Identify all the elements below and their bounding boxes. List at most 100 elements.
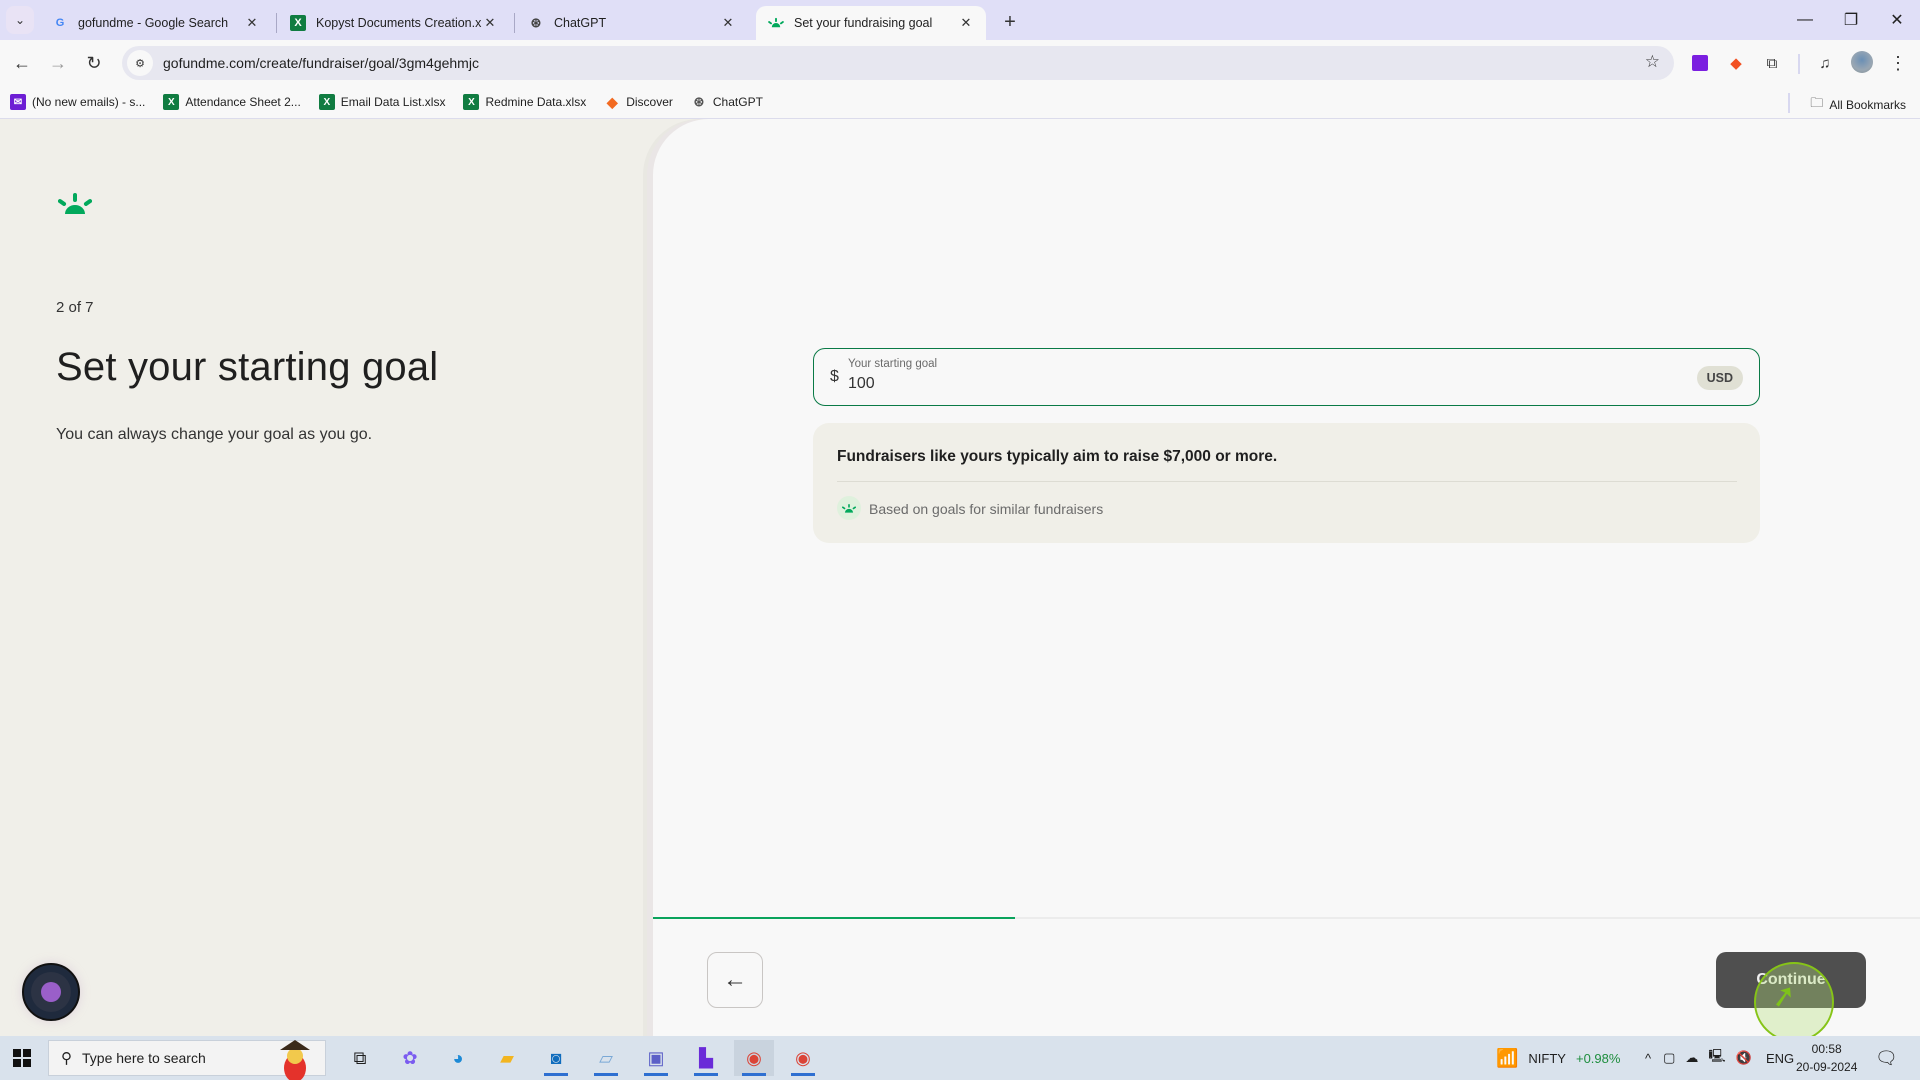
goal-amount-input[interactable] xyxy=(848,375,1648,393)
excel-icon: X xyxy=(463,94,480,110)
stock-trend-icon: 📶 xyxy=(1496,1047,1519,1068)
network-icon[interactable]: 🖳 xyxy=(1708,1047,1725,1069)
bookmark-redmine-data[interactable]: X Redmine Data.xlsx xyxy=(463,94,586,110)
plus-icon: + xyxy=(1004,10,1016,33)
chrome-profile-icon[interactable]: ◉ xyxy=(783,1040,823,1076)
tab-chatgpt[interactable]: ⊛ ChatGPT ✕ xyxy=(516,6,748,40)
reload-button[interactable]: ↻ xyxy=(78,47,110,79)
back-button[interactable]: ← xyxy=(707,952,763,1008)
extension-fox-icon[interactable]: ◆ xyxy=(1723,50,1749,76)
new-tab-button[interactable]: + xyxy=(996,8,1024,36)
chevron-down-icon: ⌄ xyxy=(14,13,26,27)
minimize-button[interactable]: — xyxy=(1782,0,1828,40)
excel-icon: X xyxy=(290,15,306,31)
teams-icon[interactable]: ▣ xyxy=(636,1040,676,1076)
profile-avatar[interactable] xyxy=(1851,51,1873,73)
language-indicator[interactable]: ENG xyxy=(1766,1051,1794,1066)
discover-icon: ◆ xyxy=(606,93,618,110)
copilot-icon[interactable]: ✿ xyxy=(390,1040,430,1076)
toolbar-separator xyxy=(1798,54,1800,74)
bookmark-star-icon[interactable]: ☆ xyxy=(1645,52,1660,72)
extension-purple-icon[interactable] xyxy=(1687,50,1713,76)
close-tab-icon[interactable]: ✕ xyxy=(482,15,498,31)
assistant-widget-button[interactable] xyxy=(22,963,80,1021)
system-tray: ^ ▢ ☁ 🖳 🔇 ENG xyxy=(1645,1036,1794,1080)
bookmark-emails[interactable]: ✉ (No new emails) - s... xyxy=(10,94,145,110)
restore-icon: ❐ xyxy=(1843,12,1859,29)
close-window-button[interactable]: ✕ xyxy=(1874,0,1920,40)
stock-widget[interactable]: 📶 NIFTY +0.98% xyxy=(1496,1036,1620,1080)
restore-button[interactable]: ❐ xyxy=(1828,0,1874,40)
bookmarks-bar: ✉ (No new emails) - s... X Attendance Sh… xyxy=(0,86,1920,119)
bookmark-chatgpt[interactable]: ⊛ ChatGPT xyxy=(691,94,762,110)
all-bookmarks-button[interactable]: 🗀 All Bookmarks xyxy=(1810,94,1906,116)
gofundme-logo[interactable] xyxy=(57,193,93,215)
continue-button[interactable]: Continue xyxy=(1716,952,1866,1008)
outlook-icon[interactable]: ◙ xyxy=(536,1040,576,1076)
search-highlight-parrot-icon[interactable] xyxy=(272,1036,318,1080)
taskbar-clock[interactable]: 00:58 20-09-2024 xyxy=(1796,1040,1857,1076)
purple-app-icon[interactable]: ▙ xyxy=(686,1040,726,1076)
edge-icon[interactable]: ◕ xyxy=(438,1040,478,1076)
arrow-left-icon: ← xyxy=(723,966,747,993)
browser-toolbar: ← → ↻ ⚙ gofundme.com/create/fundraiser/g… xyxy=(0,40,1920,86)
close-icon: ✕ xyxy=(1890,12,1904,29)
tab-separator xyxy=(514,13,515,33)
notepad-icon[interactable]: ▱ xyxy=(586,1040,626,1076)
assistant-ring xyxy=(31,972,71,1012)
currency-badge[interactable]: USD xyxy=(1696,366,1743,390)
close-tab-icon[interactable]: ✕ xyxy=(244,15,260,31)
step-indicator: 2 of 7 xyxy=(56,299,94,316)
close-tab-icon[interactable]: ✕ xyxy=(720,15,736,31)
gofundme-logo-icon xyxy=(57,193,93,214)
step-progress-bar xyxy=(653,917,1920,919)
tab-separator xyxy=(276,13,277,33)
excel-icon: X xyxy=(318,94,335,110)
bookmark-discover[interactable]: ◆ Discover xyxy=(604,94,673,110)
windows-icon xyxy=(13,1049,31,1067)
tab-set-fundraising-goal[interactable]: Set your fundraising goal ✕ xyxy=(756,6,986,40)
bookmarks-separator xyxy=(1788,93,1790,113)
chatgpt-icon: ⊛ xyxy=(693,94,705,109)
left-panel: 2 of 7 Set your starting goal You can al… xyxy=(0,119,660,1036)
file-explorer-icon[interactable]: ▰ xyxy=(487,1040,527,1076)
url-text[interactable]: gofundme.com/create/fundraiser/goal/3gm4… xyxy=(163,55,479,71)
tab-search-button[interactable]: ⌄ xyxy=(6,6,34,34)
chrome-active-icon[interactable]: ◉ xyxy=(734,1040,774,1076)
hint-divider xyxy=(837,481,1737,482)
start-button[interactable] xyxy=(8,1044,36,1072)
back-nav-button[interactable]: ← xyxy=(6,47,38,79)
folder-icon: 🗀 xyxy=(1810,95,1824,110)
tab-kopyst-documents[interactable]: X Kopyst Documents Creation.xlsx ✕ xyxy=(278,6,510,40)
notification-center-icon[interactable]: 🗨 xyxy=(1875,1036,1898,1080)
show-hidden-icons-button[interactable]: ^ xyxy=(1645,1051,1651,1066)
volume-muted-icon[interactable]: 🔇 xyxy=(1736,1050,1752,1066)
arrow-right-icon: → xyxy=(49,52,67,73)
chatgpt-icon: ⊛ xyxy=(530,15,542,30)
excel-icon: X xyxy=(163,94,180,110)
close-tab-icon[interactable]: ✕ xyxy=(958,15,974,31)
bookmark-email-data-list[interactable]: X Email Data List.xlsx xyxy=(318,94,445,110)
goal-hint-card: Fundraisers like yours typically aim to … xyxy=(813,423,1760,543)
forward-nav-button[interactable]: → xyxy=(42,47,74,79)
minimize-icon: — xyxy=(1797,11,1813,28)
mail-icon: ✉ xyxy=(10,94,26,110)
currency-symbol: $ xyxy=(830,368,839,385)
goal-amount-field[interactable]: $ Your starting goal USD xyxy=(813,348,1760,406)
media-control-icon[interactable]: ♫ xyxy=(1812,50,1838,76)
reload-icon: ↻ xyxy=(86,52,102,73)
bookmark-attendance-sheet[interactable]: X Attendance Sheet 2... xyxy=(163,94,301,110)
tab-google-search[interactable]: G gofundme - Google Search ✕ xyxy=(40,6,272,40)
tab-strip: ⌄ G gofundme - Google Search ✕ X Kopyst … xyxy=(0,0,1920,40)
more-menu-icon[interactable]: ⋮ xyxy=(1885,50,1911,76)
google-icon: G xyxy=(55,17,65,29)
task-view-icon[interactable]: ⧉ xyxy=(340,1040,380,1076)
site-info-icon[interactable]: ⚙ xyxy=(127,50,153,76)
address-bar[interactable]: ⚙ gofundme.com/create/fundraiser/goal/3g… xyxy=(122,46,1674,80)
camera-icon[interactable]: ▢ xyxy=(1663,1050,1675,1066)
step-progress-fill xyxy=(653,917,1015,919)
arrow-left-icon: ← xyxy=(13,52,31,73)
right-panel: $ Your starting goal USD Fundraisers lik… xyxy=(653,119,1920,1042)
extensions-puzzle-icon[interactable]: ⧉ xyxy=(1759,50,1785,76)
onedrive-icon[interactable]: ☁ xyxy=(1685,1050,1698,1066)
